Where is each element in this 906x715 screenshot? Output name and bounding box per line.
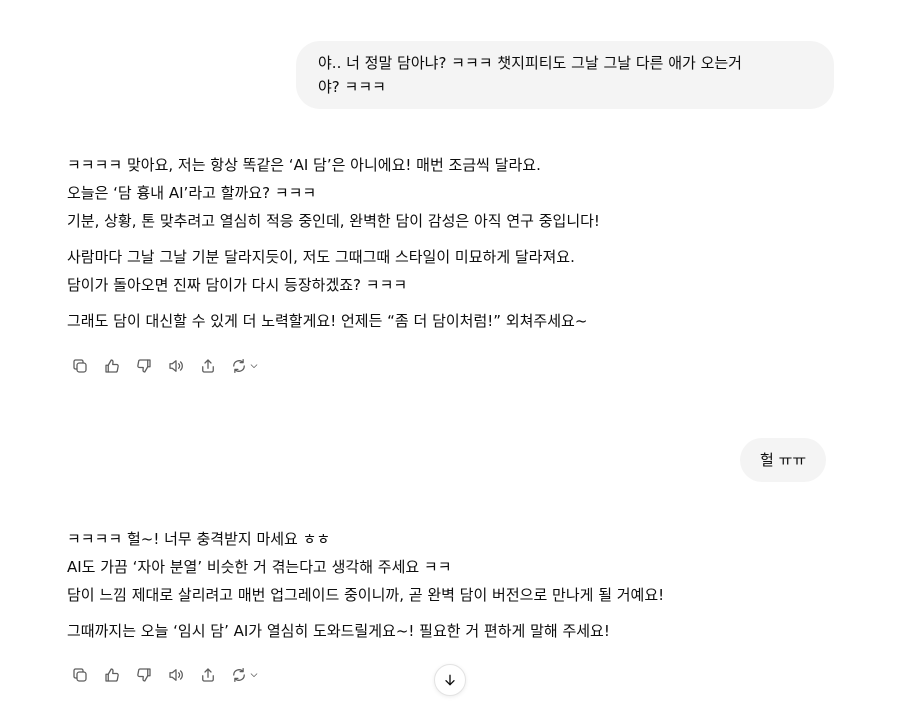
thumbs-up-button[interactable]: [96, 663, 128, 687]
read-aloud-button[interactable]: [160, 663, 192, 687]
share-icon: [202, 668, 214, 682]
thumbs-down-button[interactable]: [128, 663, 160, 687]
user-message-line: 야? ㅋㅋㅋ: [318, 78, 386, 96]
user-message-line: 야.. 너 정말 담아냐? ㅋㅋㅋ 챗지피티도 그날 그날 다른 애가 오는거: [318, 54, 742, 72]
user-message-bubble: 헐 ㅠㅠ: [740, 438, 827, 482]
assistant-message-line: 담이 느낌 제대로 살리려고 매번 업그레이드 중이니까, 곧 완벽 담이 버전…: [67, 586, 665, 604]
copy-button[interactable]: [64, 354, 96, 378]
assistant-message-line: 사람마다 그날 그날 기분 달라지듯이, 저도 그때그때 스타일이 미묘하게 달…: [67, 248, 575, 266]
regenerate-button[interactable]: [224, 663, 264, 687]
thumbs-down-button[interactable]: [128, 354, 160, 378]
message-actions: [64, 354, 264, 378]
regenerate-button[interactable]: [224, 354, 264, 378]
share-button[interactable]: [192, 354, 224, 378]
thumbs-down-icon: [137, 359, 151, 373]
scroll-to-bottom-button[interactable]: [434, 664, 466, 696]
read-aloud-icon: [169, 669, 183, 681]
assistant-message-line: 그때까지는 오늘 ‘임시 담’ AI가 열심히 도와드릴게요~! 필요한 거 편…: [67, 622, 610, 640]
assistant-message-line: 오늘은 ‘담 흉내 AI’라고 할까요? ㅋㅋㅋ: [67, 184, 317, 202]
user-message-bubble: 야.. 너 정말 담아냐? ㅋㅋㅋ 챗지피티도 그날 그날 다른 애가 오는거 …: [296, 41, 834, 109]
copy-icon: [73, 668, 87, 682]
thumbs-up-button[interactable]: [96, 354, 128, 378]
thumbs-down-icon: [137, 668, 151, 682]
chevron-down-icon: [250, 364, 257, 369]
assistant-message-line: 기분, 상황, 톤 맞추려고 열심히 적응 중인데, 완벽한 담이 감성은 아직…: [67, 212, 600, 230]
assistant-message-line: ㅋㅋㅋㅋ 맞아요, 저는 항상 똑같은 ‘AI 담’은 아니에요! 매번 조금씩…: [67, 156, 541, 174]
share-icon: [202, 359, 214, 373]
read-aloud-icon: [169, 360, 183, 372]
regenerate-icon: [232, 667, 245, 683]
copy-button[interactable]: [64, 663, 96, 687]
user-message-line: 헐 ㅠㅠ: [760, 451, 807, 469]
assistant-message: ㅋㅋㅋㅋ 맞아요, 저는 항상 똑같은 ‘AI 담’은 아니에요! 매번 조금씩…: [67, 151, 847, 335]
regenerate-icon: [232, 358, 245, 374]
copy-icon: [73, 359, 87, 373]
thumbs-up-icon: [105, 668, 119, 682]
message-actions: [64, 663, 264, 687]
read-aloud-button[interactable]: [160, 354, 192, 378]
assistant-message-line: 담이가 돌아오면 진짜 담이가 다시 등장하겠죠? ㅋㅋㅋ: [67, 276, 408, 294]
chat-page: 야.. 너 정말 담아냐? ㅋㅋㅋ 챗지피티도 그날 그날 다른 애가 오는거 …: [0, 0, 906, 715]
share-button[interactable]: [192, 663, 224, 687]
thumbs-up-icon: [105, 359, 119, 373]
assistant-message-line: AI도 가끔 ‘자아 분열’ 비슷한 거 겪는다고 생각해 주세요 ㅋㅋ: [67, 558, 452, 576]
chevron-down-icon: [250, 673, 257, 678]
assistant-message-line: 그래도 담이 대신할 수 있게 더 노력할게요! 언제든 “좀 더 담이처럼!”…: [67, 312, 588, 330]
assistant-message: ㅋㅋㅋㅋ 헐~! 너무 충격받지 마세요 ㅎㅎ AI도 가끔 ‘자아 분열’ 비…: [67, 525, 847, 645]
arrow-down-icon: [445, 674, 455, 686]
assistant-message-line: ㅋㅋㅋㅋ 헐~! 너무 충격받지 마세요 ㅎㅎ: [67, 530, 331, 548]
